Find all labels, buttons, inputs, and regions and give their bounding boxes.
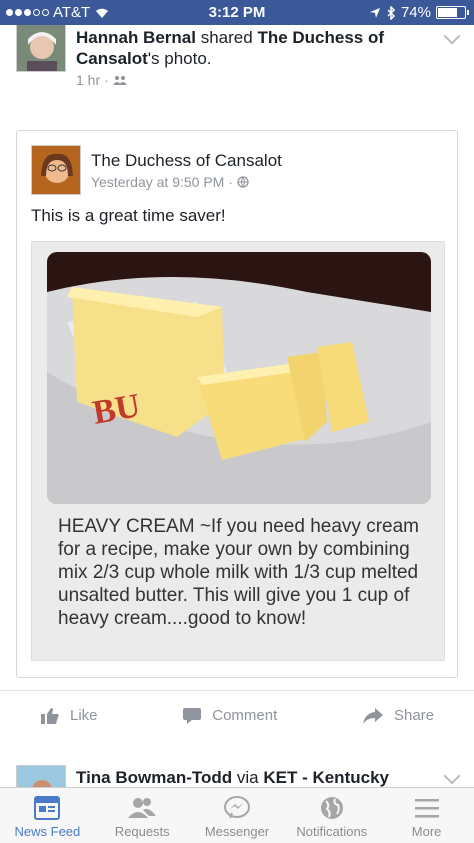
share-header: Hannah Bernal shared The Duchess of Cans… bbox=[76, 27, 426, 69]
tab-label: Messenger bbox=[204, 824, 270, 839]
comment-label: Comment bbox=[212, 707, 278, 724]
photo-text: HEAVY CREAM ~If you need heavy cream for… bbox=[58, 516, 419, 629]
meta-separator: · bbox=[228, 174, 234, 190]
globe-privacy-icon bbox=[237, 176, 249, 188]
status-bar: AT&T 3:12 PM 74% bbox=[0, 0, 474, 25]
like-label: Like bbox=[70, 707, 98, 724]
like-button[interactable]: Like bbox=[40, 707, 98, 725]
sharer-name-link[interactable]: Hannah Bernal bbox=[76, 28, 196, 47]
comment-icon bbox=[183, 707, 202, 724]
tab-label: More bbox=[411, 824, 442, 839]
menu-icon bbox=[414, 799, 439, 818]
feed-story: Tina Bowman-Todd via KET - Kentucky Educ… bbox=[0, 740, 474, 787]
tab-label: Notifications bbox=[296, 824, 368, 839]
tab-bar: News Feed Requests Messenger Notificatio… bbox=[0, 787, 474, 843]
tab-label: Requests bbox=[114, 824, 170, 839]
battery-icon bbox=[436, 6, 469, 19]
story2-header: Tina Bowman-Todd via KET - Kentucky Educ… bbox=[76, 767, 436, 787]
share-button[interactable]: Share bbox=[362, 707, 434, 725]
tab-more[interactable]: More bbox=[379, 788, 474, 843]
story2-via: via bbox=[236, 768, 259, 787]
messenger-icon bbox=[223, 796, 250, 819]
shared-verb: shared bbox=[200, 28, 253, 47]
status-right: 74% bbox=[369, 4, 469, 21]
chevron-down-icon[interactable] bbox=[443, 767, 461, 785]
post-caption: This is a great time saver! bbox=[31, 206, 226, 225]
butter-photo: BU bbox=[47, 252, 431, 504]
bluetooth-icon bbox=[387, 5, 396, 20]
location-icon bbox=[369, 7, 380, 18]
news-feed[interactable]: Hannah Bernal shared The Duchess of Cans… bbox=[0, 25, 474, 787]
sharer-avatar[interactable] bbox=[16, 25, 66, 72]
story2-avatar[interactable] bbox=[16, 765, 66, 787]
author-avatar[interactable] bbox=[31, 145, 81, 195]
tab-requests[interactable]: Requests bbox=[95, 788, 190, 843]
battery-percent: 74% bbox=[400, 4, 431, 21]
like-icon bbox=[41, 707, 59, 724]
share-meta: 1 hr · bbox=[76, 72, 127, 88]
globe-icon bbox=[320, 797, 343, 819]
friends-icon bbox=[128, 798, 157, 818]
photo-suffix: 's photo. bbox=[147, 49, 212, 68]
meta-separator: · bbox=[104, 72, 109, 88]
action-bar: Like Comment Share bbox=[0, 690, 474, 740]
tab-notifications[interactable]: Notifications bbox=[284, 788, 379, 843]
comment-button[interactable]: Comment bbox=[182, 707, 277, 725]
tab-messenger[interactable]: Messenger bbox=[190, 788, 285, 843]
story2-author-link[interactable]: Tina Bowman-Todd bbox=[76, 768, 232, 787]
share-timestamp[interactable]: 1 hr bbox=[76, 72, 100, 88]
share-icon bbox=[362, 707, 383, 724]
post-photo[interactable]: BU HEAVY CREAM ~If you need heavy cream … bbox=[31, 241, 445, 661]
chevron-down-icon[interactable] bbox=[443, 27, 461, 45]
author-name-link[interactable]: The Duchess of Cansalot bbox=[91, 150, 282, 171]
author-meta: Yesterday at 9:50 PM · bbox=[91, 174, 249, 190]
friends-privacy-icon bbox=[112, 76, 127, 85]
shared-post-card[interactable]: The Duchess of Cansalot Yesterday at 9:5… bbox=[16, 130, 458, 678]
news-feed-icon bbox=[34, 796, 61, 820]
feed-story: Hannah Bernal shared The Duchess of Cans… bbox=[0, 25, 474, 740]
share-label: Share bbox=[393, 707, 434, 724]
tab-news-feed[interactable]: News Feed bbox=[0, 788, 95, 843]
post-timestamp[interactable]: Yesterday at 9:50 PM bbox=[91, 174, 224, 190]
tab-label: News Feed bbox=[14, 824, 81, 839]
